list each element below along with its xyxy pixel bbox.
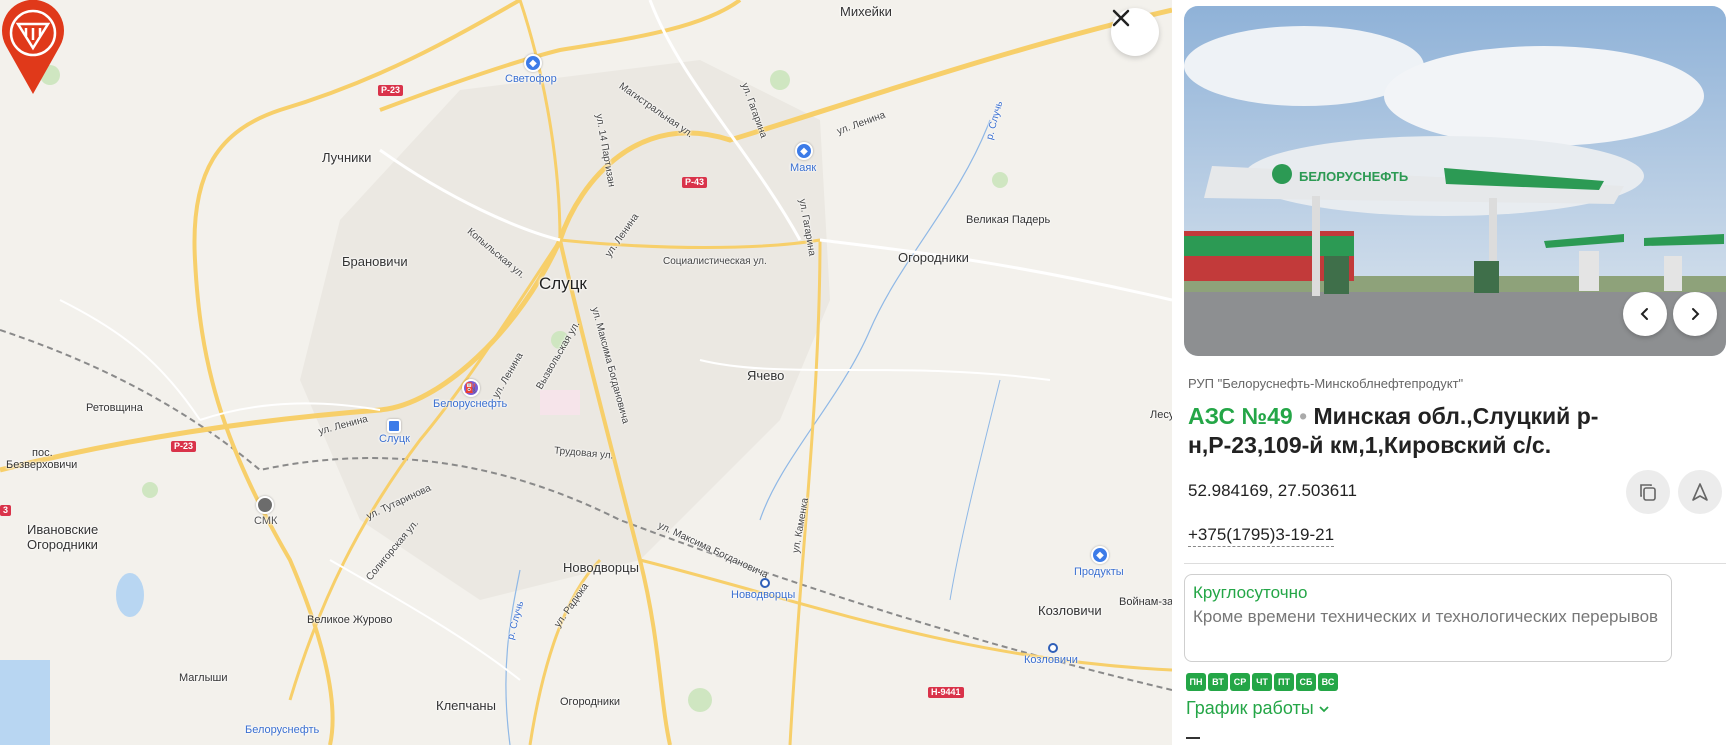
day-badge: ЧТ	[1252, 673, 1272, 691]
photo-next-button[interactable]	[1673, 292, 1717, 336]
schedule-label: График работы	[1186, 698, 1314, 718]
hours-status: Круглосуточно	[1193, 583, 1308, 602]
day-badge: СР	[1230, 673, 1250, 691]
chevron-left-icon	[1640, 308, 1648, 320]
selected-station-pin-icon[interactable]	[0, 0, 66, 96]
town-label: Михейки	[840, 4, 892, 19]
town-label: Безверховичи	[6, 459, 78, 471]
station-name: АЗС №49	[1188, 403, 1293, 429]
station-label[interactable]: Новодворцы	[731, 589, 795, 601]
town-label: Маглыши	[179, 672, 228, 684]
city-label: Слуцк	[539, 274, 587, 293]
shop-icon[interactable]: ◆	[524, 54, 542, 72]
opening-hours-box: Круглосуточно Кроме времени технических …	[1184, 574, 1672, 662]
app-root: Р-23 Р-43 Р-23 Н-9441 3 Михейки Лучники …	[0, 0, 1732, 745]
town-label: Клепчаны	[436, 698, 496, 713]
road-badge: Р-23	[378, 85, 404, 96]
poi-label[interactable]: Светофор	[505, 73, 557, 85]
town-label: Огородники	[560, 696, 621, 708]
town-label: Ивановские	[27, 522, 99, 537]
company-name: РУП "Белоруснефть-Минскоблнефтепродукт"	[1188, 376, 1464, 391]
day-badge: ВТ	[1208, 673, 1228, 691]
town-label: Великая Падерь	[966, 214, 1051, 226]
truncated-content	[1186, 737, 1200, 745]
poi-label[interactable]: Продукты	[1074, 566, 1124, 578]
hours-note: Кроме времени технических и технологичес…	[1193, 607, 1659, 626]
station-info-panel: БЕЛОРУСНЕФТЬ РУП "Белоруснефть-Минскоблн…	[1172, 0, 1732, 745]
factory-icon[interactable]	[256, 496, 274, 514]
street-label: Социалистическая ул.	[663, 256, 767, 267]
road-badge: Р-23	[171, 441, 197, 452]
town-label: Лучники	[322, 150, 372, 165]
town-label: Ретовщина	[86, 402, 143, 414]
railway-stop-icon[interactable]	[1048, 643, 1058, 653]
town-label: Брановичи	[342, 254, 408, 269]
day-badge: ПТ	[1274, 673, 1294, 691]
poi-label[interactable]: Белоруснефть	[433, 398, 507, 410]
day-badge: ПН	[1186, 673, 1206, 691]
chevron-down-icon	[1319, 705, 1329, 712]
phone-link[interactable]: +375(1795)3-19-21	[1188, 525, 1335, 547]
town-label: Войнам-за	[1119, 596, 1172, 608]
copy-icon	[1640, 484, 1656, 501]
poi-label[interactable]: Белоруснефть	[245, 724, 319, 736]
divider	[1184, 563, 1726, 564]
town-label: Новодворцы	[563, 560, 639, 575]
road-badge: Н-9441	[928, 687, 964, 698]
road-badge: 3	[0, 505, 12, 516]
town-label: пос.	[32, 447, 53, 459]
photo-prev-button[interactable]	[1623, 292, 1667, 336]
station-label[interactable]: Козловичи	[1024, 654, 1078, 666]
navigate-button[interactable]	[1678, 470, 1722, 514]
fuel-station-icon[interactable]: ⛽	[462, 379, 480, 397]
town-label: Лесу	[1150, 409, 1172, 421]
town-label: Великое Журово	[307, 614, 393, 626]
poi-label[interactable]: СМК	[254, 515, 277, 527]
weekdays-row: ПН ВТ СР ЧТ ПТ СБ ВС	[1186, 673, 1338, 691]
photo-brand-text: БЕЛОРУСНЕФТЬ	[1299, 169, 1408, 184]
shop-icon[interactable]: ◆	[795, 142, 813, 160]
poi-label[interactable]: Маяк	[790, 162, 816, 174]
shop-icon[interactable]: ◆	[1091, 546, 1109, 564]
close-button[interactable]	[1111, 8, 1159, 56]
station-title: АЗС №49 • Минская обл.,Слуцкий р-н,Р-23,…	[1188, 402, 1628, 460]
chevron-right-icon	[1692, 308, 1700, 320]
close-icon	[1112, 9, 1130, 27]
coordinates-text: 52.984169, 27.503611	[1188, 481, 1357, 500]
railway-stop-icon[interactable]	[760, 578, 770, 588]
navigation-arrow-icon	[1692, 483, 1708, 501]
title-separator: •	[1299, 403, 1308, 429]
train-station-icon[interactable]	[387, 419, 401, 433]
day-badge: СБ	[1296, 673, 1316, 691]
road-badge: Р-43	[682, 177, 708, 188]
day-badge: ВС	[1318, 673, 1338, 691]
town-label: Ячево	[747, 368, 785, 383]
town-label: Огородники	[27, 537, 98, 552]
map-view[interactable]: Р-23 Р-43 Р-23 Н-9441 3 Михейки Лучники …	[0, 0, 1172, 745]
town-label: Козловичи	[1038, 603, 1102, 618]
schedule-toggle[interactable]: График работы	[1186, 698, 1330, 719]
town-label: Огородники	[898, 250, 969, 265]
copy-coordinates-button[interactable]	[1626, 470, 1670, 514]
poi-label[interactable]: Слуцк	[379, 433, 410, 445]
